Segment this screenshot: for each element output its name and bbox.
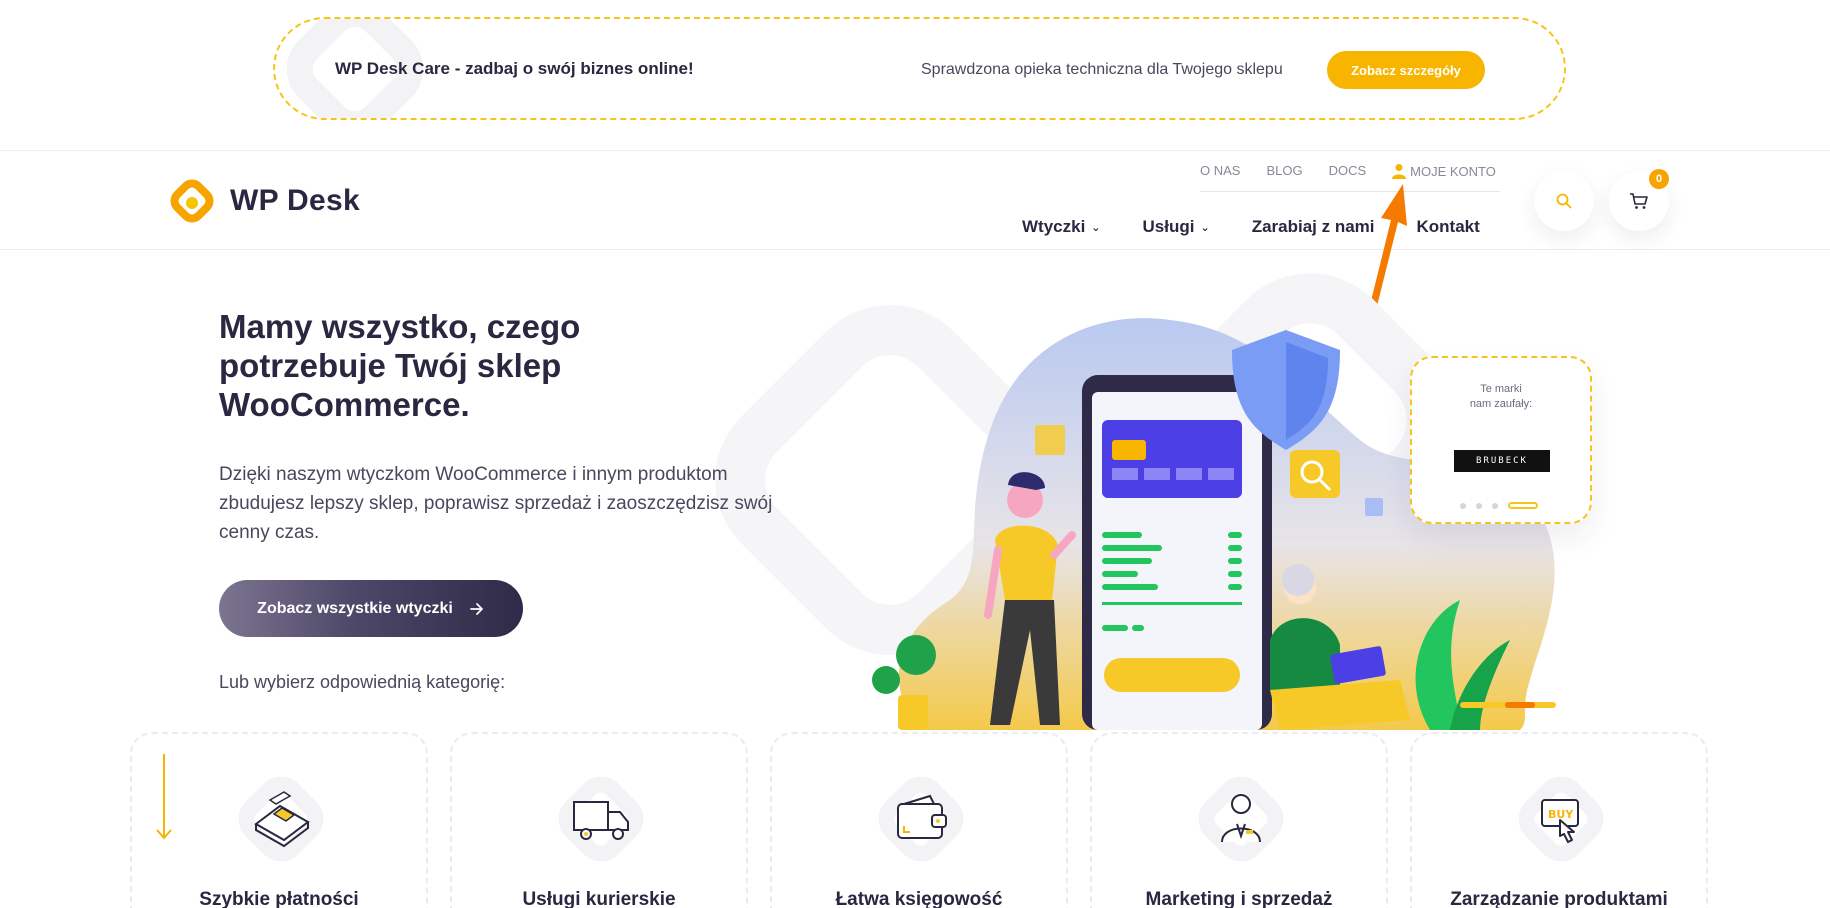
nav-blog[interactable]: BLOG: [1266, 163, 1302, 179]
category-label: Usługi kurierskie: [522, 889, 676, 908]
wp-desk-logo-icon: [168, 177, 216, 225]
carousel-dot[interactable]: [1460, 502, 1466, 509]
hero-title: Mamy wszystko, czego potrzebuje Twój skl…: [219, 308, 581, 423]
nav-services-label: Usługi: [1142, 217, 1195, 236]
choose-category-text: Lub wybierz odpowiednią kategorię:: [219, 672, 506, 692]
category-icon-wrap: [226, 764, 336, 874]
svg-text:BUY: BUY: [1548, 808, 1574, 821]
payment-terminal-icon: [254, 791, 310, 848]
hero-description: Dzięki naszym wtyczkom WooCommerce i inn…: [219, 464, 773, 543]
search-icon: [1556, 193, 1572, 209]
promo-bar: WP Desk Care - zadbaj o swój biznes onli…: [0, 0, 1830, 150]
category-icon-wrap: [1186, 764, 1296, 874]
nav-docs[interactable]: DOCS: [1329, 163, 1367, 179]
cart-count-badge: 0: [1649, 169, 1669, 189]
trusted-brands-title: Te marki nam zaufały:: [1469, 383, 1533, 410]
my-account-label: MOJE KONTO: [1410, 163, 1496, 179]
site-header: WP Desk O NAS BLOG DOCS MOJE KONTO Wtycz…: [0, 150, 1830, 250]
delivery-truck-icon: [573, 801, 629, 840]
brand-logo[interactable]: BRUBECK: [1454, 450, 1550, 472]
salesperson-icon: [1221, 794, 1261, 843]
user-icon: [1392, 164, 1407, 179]
top-nav: O NAS BLOG DOCS MOJE KONTO: [1200, 163, 1500, 192]
category-card-products[interactable]: BUY Zarządzanie produktami: [1410, 732, 1708, 908]
category-label: Łatwa księgowość: [835, 889, 1003, 908]
main-nav: Wtyczki ⌄ Usługi ⌄ Zarabiaj z nami Kontakt: [1022, 217, 1480, 237]
arrow-right-icon: [469, 602, 483, 615]
category-icon-wrap: [546, 764, 656, 874]
category-label: Zarządzanie produktami: [1450, 889, 1668, 908]
nav-about[interactable]: O NAS: [1200, 163, 1240, 179]
carousel-dots: [1460, 502, 1538, 509]
carousel-dot[interactable]: [1476, 502, 1482, 509]
chevron-down-icon: ⌄: [1200, 221, 1210, 234]
see-all-plugins-button[interactable]: Zobacz wszystkie wtyczki: [219, 580, 523, 637]
nav-earn[interactable]: Zarabiaj z nami: [1252, 217, 1375, 237]
category-icon-wrap: [866, 764, 976, 874]
category-label: Marketing i sprzedaż: [1145, 889, 1333, 908]
carousel-dot[interactable]: [1492, 502, 1498, 509]
promo-details-button[interactable]: Zobacz szczegóły: [1327, 51, 1485, 89]
nav-contact[interactable]: Kontakt: [1417, 217, 1480, 237]
category-card-courier[interactable]: Usługi kurierskie: [450, 732, 748, 908]
category-card-marketing[interactable]: Marketing i sprzedaż: [1090, 732, 1388, 908]
carousel-dot-active[interactable]: [1508, 502, 1538, 509]
nav-plugins[interactable]: Wtyczki ⌄: [1022, 217, 1101, 237]
nav-services[interactable]: Usługi ⌄: [1143, 217, 1210, 237]
category-card-accounting[interactable]: Łatwa księgowość: [770, 732, 1068, 908]
promo-subtitle: Sprawdzona opieka techniczna dla Twojego…: [921, 61, 1283, 78]
buy-click-icon: BUY: [1541, 799, 1579, 843]
logo-text: WP Desk: [230, 184, 360, 217]
chevron-down-icon: ⌄: [1091, 221, 1101, 234]
category-cards: Szybkie płatności Usługi kurierskie Łatw…: [130, 732, 1708, 908]
nav-my-account[interactable]: MOJE KONTO: [1392, 163, 1496, 179]
category-card-payments[interactable]: Szybkie płatności: [130, 732, 428, 908]
category-icon-wrap: BUY: [1506, 764, 1616, 874]
cart-icon: [1630, 193, 1648, 209]
nav-plugins-label: Wtyczki: [1022, 217, 1086, 236]
trusted-brands-card: Te marki nam zaufały: BRUBECK: [1410, 356, 1592, 524]
category-label: Szybkie płatności: [199, 889, 359, 908]
promo-banner: WP Desk Care - zadbaj o swój biznes onli…: [273, 17, 1566, 120]
wallet-icon: [897, 794, 947, 839]
arrow-down-icon: [156, 754, 172, 840]
search-button[interactable]: [1534, 171, 1594, 231]
site-logo[interactable]: WP Desk: [168, 177, 360, 225]
see-all-plugins-label: Zobacz wszystkie wtyczki: [257, 599, 453, 617]
cart-button[interactable]: 0: [1609, 169, 1669, 231]
promo-title: WP Desk Care - zadbaj o swój biznes onli…: [335, 59, 694, 78]
